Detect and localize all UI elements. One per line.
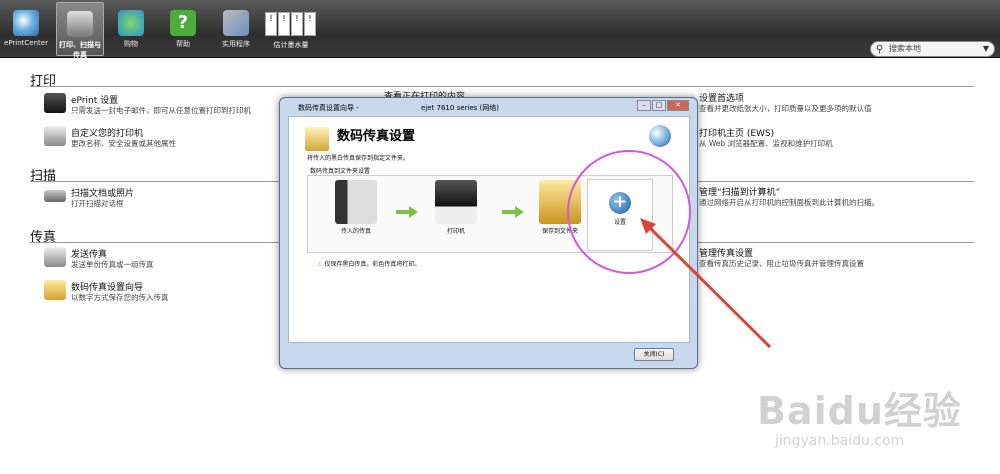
baidu-watermark: Baidu经验 jingyan.baidu.com [757,389,962,449]
